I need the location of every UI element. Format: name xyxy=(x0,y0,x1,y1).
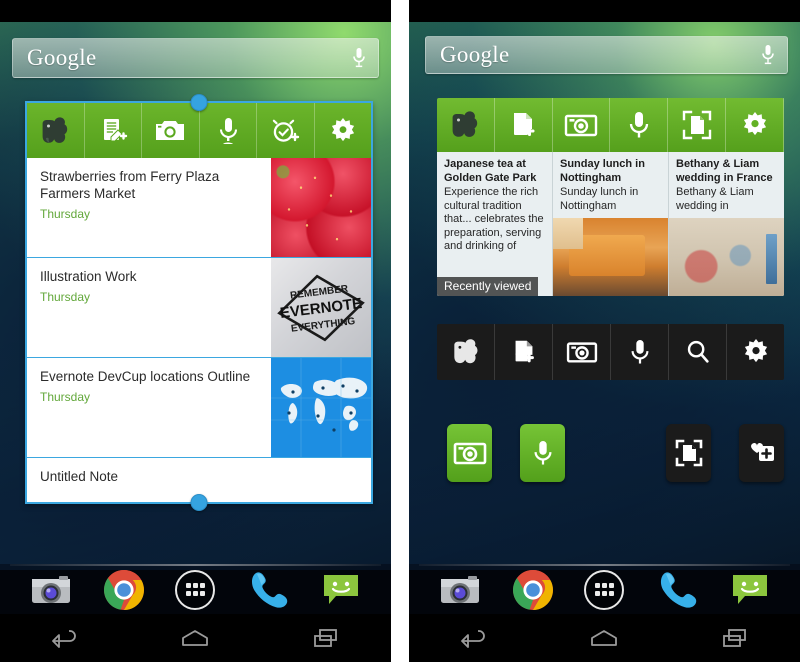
back-nav-button[interactable] xyxy=(451,623,497,653)
home-nav-button[interactable] xyxy=(581,623,627,653)
google-logo: Google xyxy=(27,45,97,70)
phone-app-icon[interactable] xyxy=(246,569,290,611)
evernote-elephant-icon[interactable] xyxy=(437,324,495,380)
chrome-app-icon[interactable] xyxy=(512,569,554,611)
recents-nav-button[interactable] xyxy=(712,623,758,653)
status-bar xyxy=(0,0,391,22)
evernote-elephant-icon[interactable] xyxy=(27,103,85,158)
camera-shortcut-icon[interactable] xyxy=(447,424,492,482)
note-text: Untitled Note xyxy=(27,458,371,498)
list-item[interactable]: Strawberries from Ferry Plaza Farmers Ma… xyxy=(27,158,371,258)
list-item[interactable]: Sunday lunch in Nottingham Sunday lunch … xyxy=(553,152,669,296)
dual-screenshot-container: Google Strawberries from Ferry Plaza Far… xyxy=(0,0,800,662)
note-date: Thursday xyxy=(40,207,91,221)
note-title: Untitled Note xyxy=(40,469,119,484)
google-logo: Google xyxy=(440,42,510,67)
reminder-alarm-icon[interactable] xyxy=(257,103,315,158)
evernote-shortcut-row xyxy=(437,424,784,486)
right-home-screen: Google Japanese tea at Golden Gate Park … xyxy=(409,0,800,662)
left-home-screen: Google Strawberries from Ferry Plaza Far… xyxy=(0,0,391,662)
phone-app-icon[interactable] xyxy=(655,569,699,611)
new-note-icon[interactable] xyxy=(495,98,553,152)
app-drawer-icon[interactable] xyxy=(583,569,625,611)
page-camera-icon[interactable] xyxy=(668,98,727,152)
recents-nav-button[interactable] xyxy=(303,623,349,653)
gear-icon[interactable] xyxy=(315,103,372,158)
cake-photo xyxy=(553,218,668,296)
evernote-illustration: REMEMBER EVERNOTE EVERYTHING xyxy=(271,258,371,357)
empty-grid-cell xyxy=(593,424,638,486)
card-snippet: Sunday lunch in Nottingham xyxy=(560,186,639,212)
list-item[interactable]: Evernote DevCup locations Outline Thursd… xyxy=(27,358,371,458)
list-item[interactable]: Japanese tea at Golden Gate Park Experie… xyxy=(437,152,553,296)
gear-icon[interactable] xyxy=(726,98,784,152)
strawberries-photo xyxy=(271,158,371,257)
dock xyxy=(0,566,391,614)
app-drawer-icon[interactable] xyxy=(174,569,216,611)
camera-icon[interactable] xyxy=(142,103,200,158)
note-title: Illustration Work xyxy=(40,269,137,284)
evernote-cards-widget[interactable]: Japanese tea at Golden Gate Park Experie… xyxy=(437,98,784,296)
recently-viewed-cards[interactable]: Japanese tea at Golden Gate Park Experie… xyxy=(437,152,784,296)
top-resize-handle[interactable] xyxy=(190,94,208,111)
page-camera-shortcut-icon[interactable] xyxy=(666,424,711,482)
microphone-icon[interactable] xyxy=(352,47,366,69)
card-snippet: Experience the rich cultural tradition t… xyxy=(444,186,544,252)
wedding-table-photo xyxy=(669,218,784,296)
microphone-icon[interactable] xyxy=(610,98,669,152)
bottom-resize-handle[interactable] xyxy=(190,494,208,511)
status-badge: Recently viewed xyxy=(437,277,539,296)
evernote-black-toolbar-widget[interactable] xyxy=(437,324,784,380)
messaging-app-icon[interactable] xyxy=(320,570,362,610)
camera-icon[interactable] xyxy=(553,98,611,152)
camera-app-icon[interactable] xyxy=(29,570,73,610)
note-list[interactable]: Strawberries from Ferry Plaza Farmers Ma… xyxy=(27,158,371,498)
list-item[interactable]: Untitled Note xyxy=(27,458,371,498)
card-snippet: Bethany & Liam wedding in xyxy=(676,186,754,212)
note-text: Evernote DevCup locations Outline Thursd… xyxy=(27,358,271,457)
google-search-widget[interactable]: Google xyxy=(425,36,788,74)
card-title: Sunday lunch in Nottingham xyxy=(560,158,645,184)
new-note-icon[interactable] xyxy=(85,103,142,158)
navigation-bar xyxy=(409,614,800,662)
new-note-icon[interactable] xyxy=(495,324,553,380)
note-title: Evernote DevCup locations Outline xyxy=(40,369,251,384)
evernote-widget-toolbar xyxy=(437,98,784,152)
note-text: Strawberries from Ferry Plaza Farmers Ma… xyxy=(27,158,271,257)
camera-app-icon[interactable] xyxy=(438,570,482,610)
search-icon[interactable] xyxy=(669,324,727,380)
note-date: Thursday xyxy=(40,290,91,304)
evernote-widget-toolbar xyxy=(27,103,371,158)
card-title: Japanese tea at Golden Gate Park xyxy=(444,158,537,184)
world-map-image xyxy=(271,358,371,457)
camera-icon[interactable] xyxy=(553,324,611,380)
microphone-icon[interactable] xyxy=(611,324,669,380)
chrome-app-icon[interactable] xyxy=(103,569,145,611)
list-item[interactable]: Bethany & Liam wedding in France Bethany… xyxy=(669,152,784,296)
note-text: Illustration Work Thursday xyxy=(27,258,271,357)
dock xyxy=(409,566,800,614)
list-item[interactable]: Illustration Work Thursday REMEMBER EVER… xyxy=(27,258,371,358)
add-favorite-shortcut-icon[interactable] xyxy=(739,424,784,482)
gear-icon[interactable] xyxy=(727,324,784,380)
back-nav-button[interactable] xyxy=(42,623,88,653)
note-title: Strawberries from Ferry Plaza Farmers Ma… xyxy=(40,169,220,201)
evernote-list-widget[interactable]: Strawberries from Ferry Plaza Farmers Ma… xyxy=(25,94,373,511)
card-title: Bethany & Liam wedding in France xyxy=(676,158,773,184)
evernote-elephant-icon[interactable] xyxy=(437,98,495,152)
microphone-icon[interactable] xyxy=(200,103,257,158)
navigation-bar xyxy=(0,614,391,662)
home-nav-button[interactable] xyxy=(172,623,218,653)
google-search-widget[interactable]: Google xyxy=(12,38,379,78)
status-bar xyxy=(409,0,800,22)
note-date: Thursday xyxy=(40,390,91,404)
messaging-app-icon[interactable] xyxy=(729,570,771,610)
microphone-icon[interactable] xyxy=(761,44,775,66)
microphone-shortcut-icon[interactable] xyxy=(520,424,565,482)
